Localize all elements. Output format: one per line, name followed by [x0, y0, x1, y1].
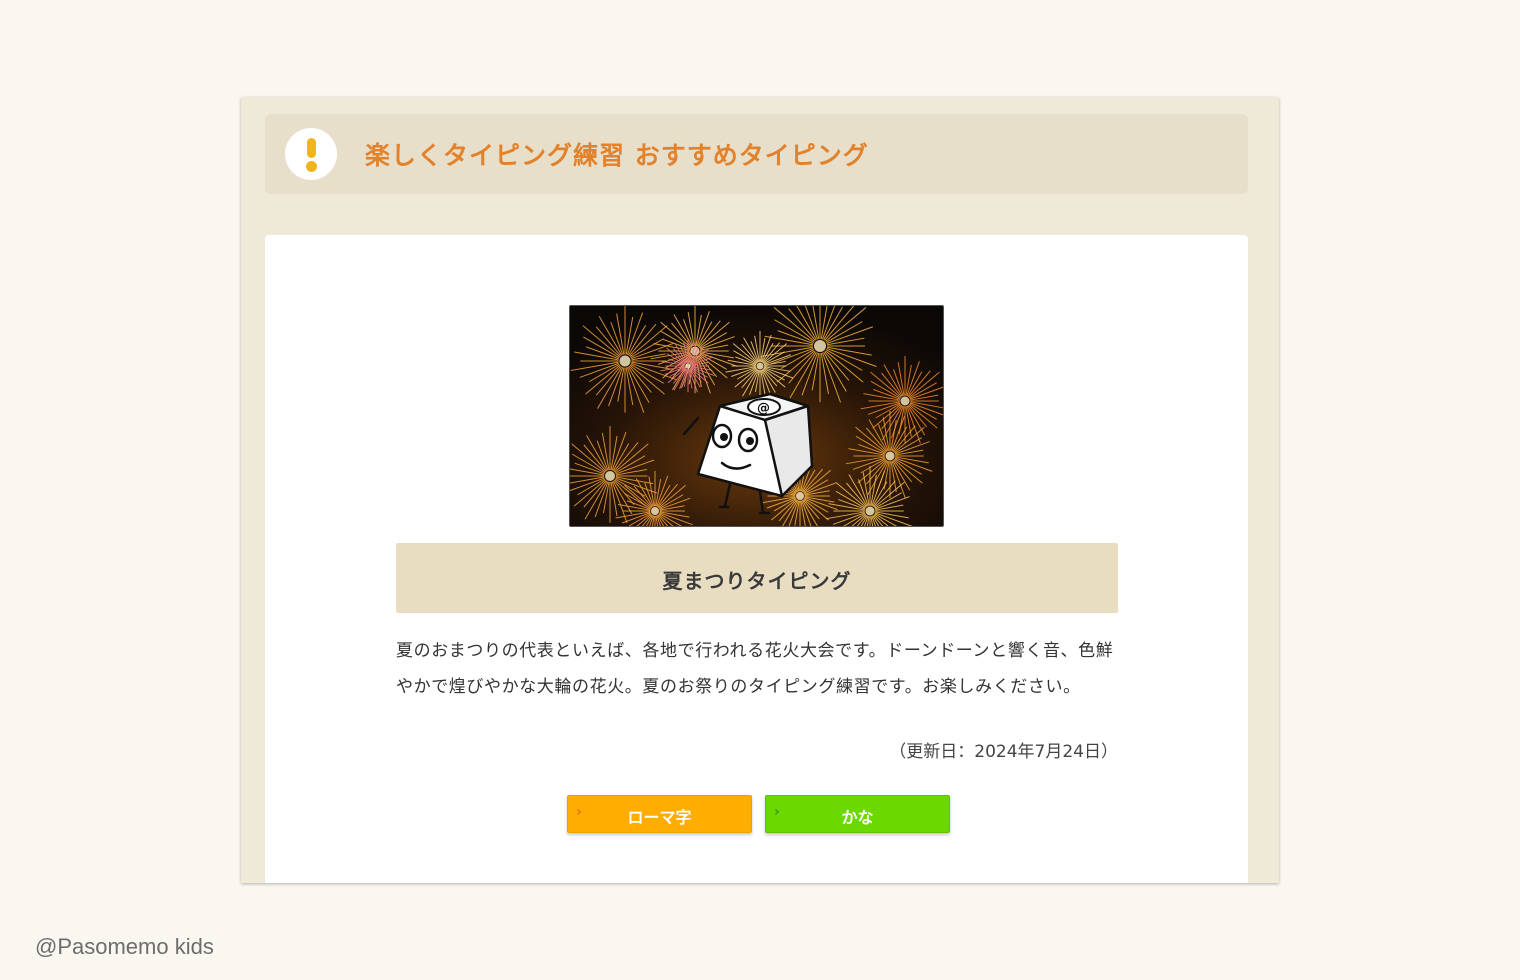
- kana-button-label: かな: [841, 808, 874, 827]
- game-card: @ 夏まつりタイピング 夏のおまつりの代表といえば、各地で行われる花火大会です。…: [265, 235, 1248, 883]
- section-header: 楽しくタイピング練習 おすすめタイピング: [265, 114, 1248, 194]
- kana-button[interactable]: › かな: [765, 795, 950, 833]
- fireworks-keycap-mascot-image: @: [570, 306, 943, 526]
- svg-text:@: @: [757, 401, 770, 416]
- game-title[interactable]: 夏まつりタイピング: [396, 565, 1118, 594]
- updated-date: （更新日：2024年7月24日）: [889, 742, 1118, 762]
- game-thumbnail[interactable]: @: [569, 305, 944, 527]
- recommended-typing-panel: 楽しくタイピング練習 おすすめタイピング @ 夏まつりタイピング 夏のおまつりの…: [241, 97, 1279, 883]
- section-title: 楽しくタイピング練習 おすすめタイピング: [365, 141, 869, 170]
- romaji-button-label: ローマ字: [627, 808, 692, 827]
- credit-watermark: @Pasomemo kids: [35, 934, 214, 959]
- game-title-banner: 夏まつりタイピング: [396, 543, 1118, 613]
- exclamation-icon: [285, 128, 337, 180]
- game-description: 夏のおまつりの代表といえば、各地で行われる花火大会です。ドーンドーンと響く音、色…: [396, 641, 1114, 697]
- romaji-button[interactable]: › ローマ字: [567, 795, 752, 833]
